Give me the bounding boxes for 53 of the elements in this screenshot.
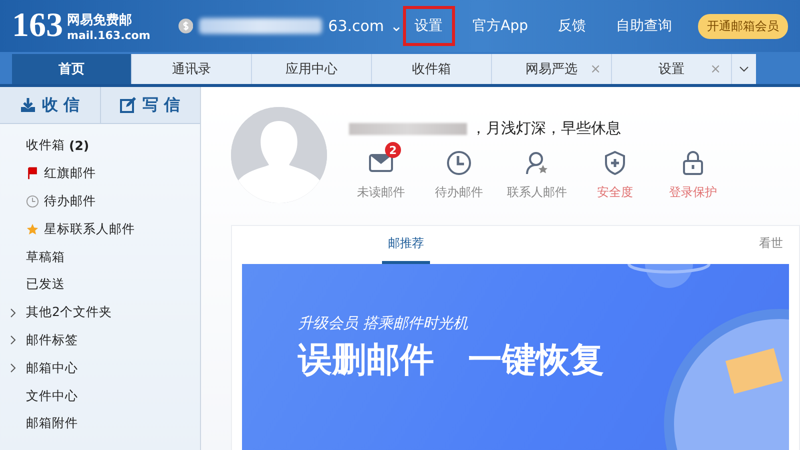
logo-number: 163 xyxy=(12,7,63,45)
nav-link[interactable]: 官方App xyxy=(460,6,540,46)
shortcut-button[interactable]: 未读邮件 2 xyxy=(349,142,413,201)
nav-link[interactable]: 自助查询 xyxy=(604,6,684,46)
logo-name: 网易免费邮 xyxy=(67,12,133,28)
tab[interactable]: 首页 xyxy=(12,54,132,84)
compose-button[interactable]: 写 信 xyxy=(100,87,200,123)
account-email[interactable]: 63.com xyxy=(328,17,384,35)
folder-item[interactable]: 文件中心 xyxy=(26,388,78,405)
coin-icon xyxy=(178,18,194,34)
folder-item[interactable]: 星标联系人邮件 xyxy=(44,220,135,238)
account-caret[interactable]: ⌄ xyxy=(390,17,403,35)
tab[interactable]: 通讯录 xyxy=(132,54,252,84)
shield-icon xyxy=(602,150,628,176)
contact-star-icon xyxy=(524,150,550,176)
folder-item[interactable]: 其他2个文件夹 xyxy=(26,304,112,322)
tab[interactable]: 收件箱 xyxy=(372,54,492,84)
chevron-down-icon xyxy=(739,66,749,72)
banner-tagline: 升级会员 搭乘邮件时光机 xyxy=(298,314,469,333)
folder-item[interactable]: 邮箱附件 xyxy=(26,415,78,432)
edit-icon xyxy=(120,97,136,113)
folder-item[interactable]: 待办邮件 xyxy=(44,192,96,210)
expand-chevron-icon[interactable] xyxy=(8,335,18,346)
folder-item[interactable]: 红旗邮件 xyxy=(44,165,96,182)
expand-chevron-icon[interactable] xyxy=(8,308,18,318)
receive-button[interactable]: 收 信 xyxy=(0,87,100,123)
promo-banner[interactable]: 升级会员 搭乘邮件时光机 误删邮件 一键恢复 xyxy=(242,264,789,450)
shortcut-button[interactable]: 待办邮件 xyxy=(427,142,491,201)
download-icon xyxy=(20,97,36,113)
lock-icon xyxy=(680,150,706,176)
nav-link[interactable]: 反馈 xyxy=(546,6,598,46)
nav-link[interactable]: 设置 xyxy=(402,6,455,46)
folder-item[interactable]: 已发送 xyxy=(26,276,65,294)
feed-tab[interactable]: 看世 xyxy=(753,226,789,264)
expand-chevron-icon[interactable] xyxy=(8,363,18,374)
tab[interactable]: 设置 × xyxy=(612,54,732,84)
greeting-text: ，月浅灯深，早些休息 xyxy=(471,119,621,138)
star-icon xyxy=(26,222,39,236)
tab[interactable]: 应用中心 xyxy=(252,54,372,84)
flag-icon xyxy=(26,167,39,180)
folder-item[interactable]: 草稿箱 xyxy=(26,248,65,266)
clock-icon xyxy=(446,150,472,176)
tab[interactable]: 网易严选 × xyxy=(492,54,612,84)
folder-item[interactable]: 邮件标签 xyxy=(26,332,78,349)
unread-badge: 2 xyxy=(385,142,401,158)
vip-button[interactable]: 开通邮箱会员 xyxy=(698,14,788,38)
folder-item[interactable]: 邮箱中心 xyxy=(26,360,78,377)
clock-icon xyxy=(26,194,39,208)
banner-headline: 误删邮件 一键恢复 xyxy=(298,339,605,382)
shortcut-button[interactable]: 联系人邮件 xyxy=(505,142,569,201)
folder-item[interactable]: 收件箱 xyxy=(26,137,65,154)
logo-domain: mail.163.com xyxy=(67,28,150,42)
unread-count: (2) xyxy=(69,138,90,154)
